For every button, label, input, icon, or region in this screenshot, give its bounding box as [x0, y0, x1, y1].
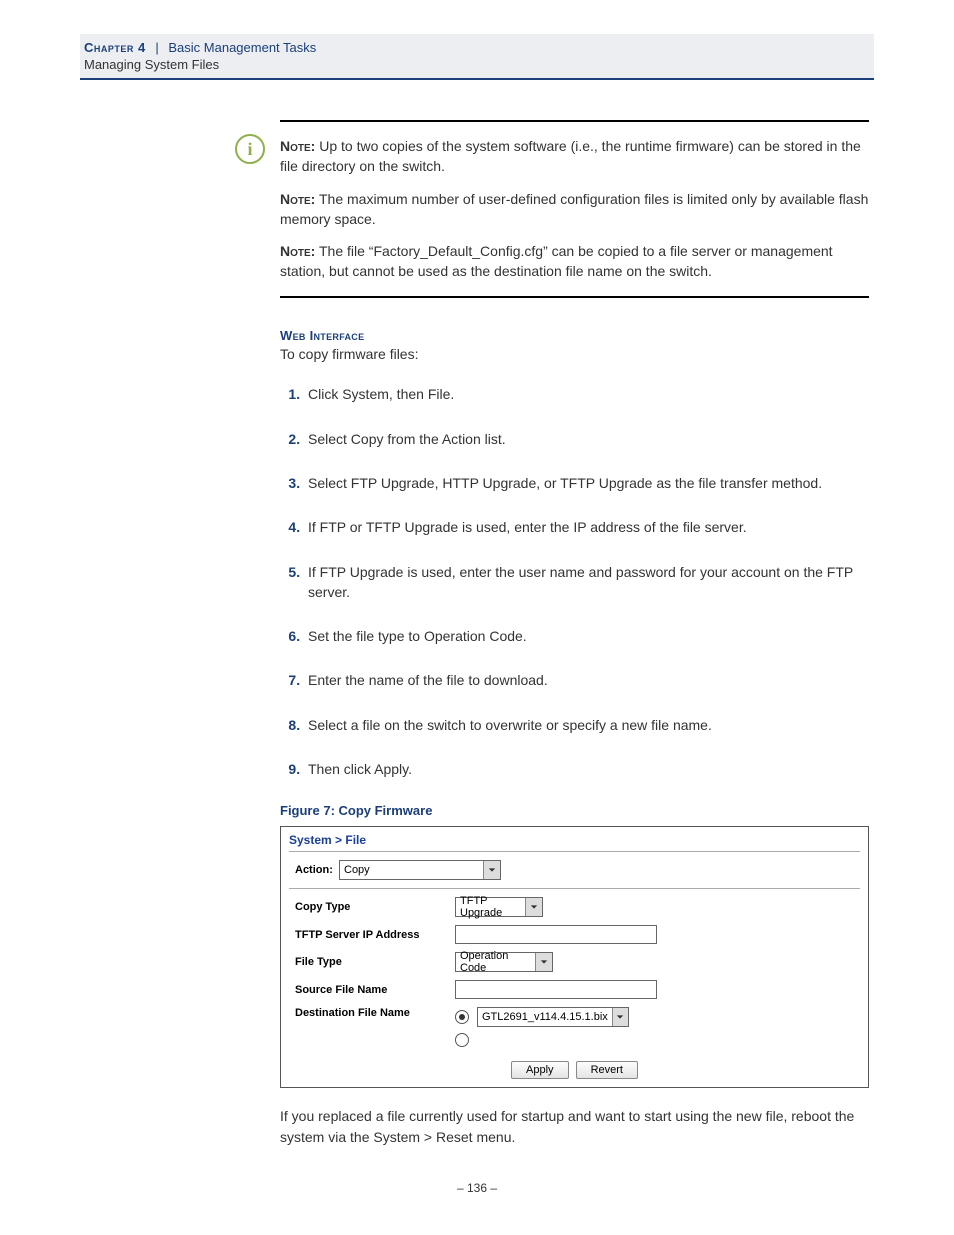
note-label: Note: — [280, 138, 315, 154]
dest-existing-radio[interactable] — [455, 1010, 469, 1024]
chapter-title: Basic Management Tasks — [168, 40, 316, 55]
copy-type-value: TFTP Upgrade — [456, 895, 525, 919]
note-text: The file “Factory_Default_Config.cfg” ca… — [280, 243, 833, 279]
chevron-down-icon — [535, 953, 552, 971]
note-label: Note: — [280, 243, 315, 259]
revert-button[interactable]: Revert — [576, 1061, 638, 1079]
action-select[interactable]: Copy — [339, 860, 501, 880]
apply-button[interactable]: Apply — [511, 1061, 569, 1079]
dest-file-value: GTL2691_v114.4.15.1.bix — [478, 1011, 612, 1023]
section-subtitle: Managing System Files — [84, 57, 874, 72]
note-item: Note: The maximum number of user-defined… — [280, 189, 869, 230]
server-ip-input[interactable] — [455, 925, 657, 944]
step-item: Enter the name of the file to download. — [304, 670, 869, 690]
dest-new-radio[interactable] — [455, 1033, 469, 1047]
dest-file-label: Destination File Name — [295, 1007, 455, 1019]
dest-file-select[interactable]: GTL2691_v114.4.15.1.bix — [477, 1007, 629, 1027]
file-type-value: Operation Code — [456, 950, 535, 974]
source-file-label: Source File Name — [295, 984, 455, 996]
chevron-down-icon — [612, 1008, 628, 1026]
ui-breadcrumb: System > File — [281, 827, 868, 851]
chevron-down-icon — [483, 861, 500, 879]
step-item: Then click Apply. — [304, 759, 869, 779]
server-ip-label: TFTP Server IP Address — [295, 929, 455, 941]
info-icon — [235, 134, 265, 164]
action-label: Action: — [295, 864, 339, 876]
step-item: If FTP or TFTP Upgrade is used, enter th… — [304, 517, 869, 537]
copy-type-label: Copy Type — [295, 901, 455, 913]
source-file-input[interactable] — [455, 980, 657, 999]
file-type-select[interactable]: Operation Code — [455, 952, 553, 972]
copy-type-select[interactable]: TFTP Upgrade — [455, 897, 543, 917]
step-item: Click System, then File. — [304, 384, 869, 404]
section-intro: To copy firmware files: — [280, 345, 869, 365]
header-separator: | — [155, 40, 158, 55]
chevron-down-icon — [525, 898, 542, 916]
note-block: Note: Up to two copies of the system sof… — [280, 120, 869, 298]
note-item: Note: The file “Factory_Default_Config.c… — [280, 241, 869, 282]
step-item: Set the file type to Operation Code. — [304, 626, 869, 646]
steps-list: Click System, then File. Select Copy fro… — [280, 384, 869, 779]
chapter-label: Chapter 4 — [84, 40, 146, 55]
note-label: Note: — [280, 191, 315, 207]
step-item: Select Copy from the Action list. — [304, 429, 869, 449]
note-text: Up to two copies of the system software … — [280, 138, 861, 174]
note-item: Note: Up to two copies of the system sof… — [280, 136, 869, 177]
ui-screenshot-panel: System > File Action: Copy Copy Type TFT… — [280, 826, 869, 1088]
page-header: Chapter 4 | Basic Management Tasks Manag… — [80, 34, 874, 80]
section-heading: Web Interface — [280, 328, 869, 343]
note-text: The maximum number of user-defined confi… — [280, 191, 868, 227]
action-value: Copy — [340, 864, 483, 876]
after-figure-text: If you replaced a file currently used fo… — [280, 1106, 869, 1147]
step-item: Select FTP Upgrade, HTTP Upgrade, or TFT… — [304, 473, 869, 493]
file-type-label: File Type — [295, 956, 455, 968]
step-item: If FTP Upgrade is used, enter the user n… — [304, 562, 869, 603]
figure-caption: Figure 7: Copy Firmware — [280, 803, 869, 818]
page-number: – 136 – — [0, 1181, 954, 1195]
step-item: Select a file on the switch to overwrite… — [304, 715, 869, 735]
